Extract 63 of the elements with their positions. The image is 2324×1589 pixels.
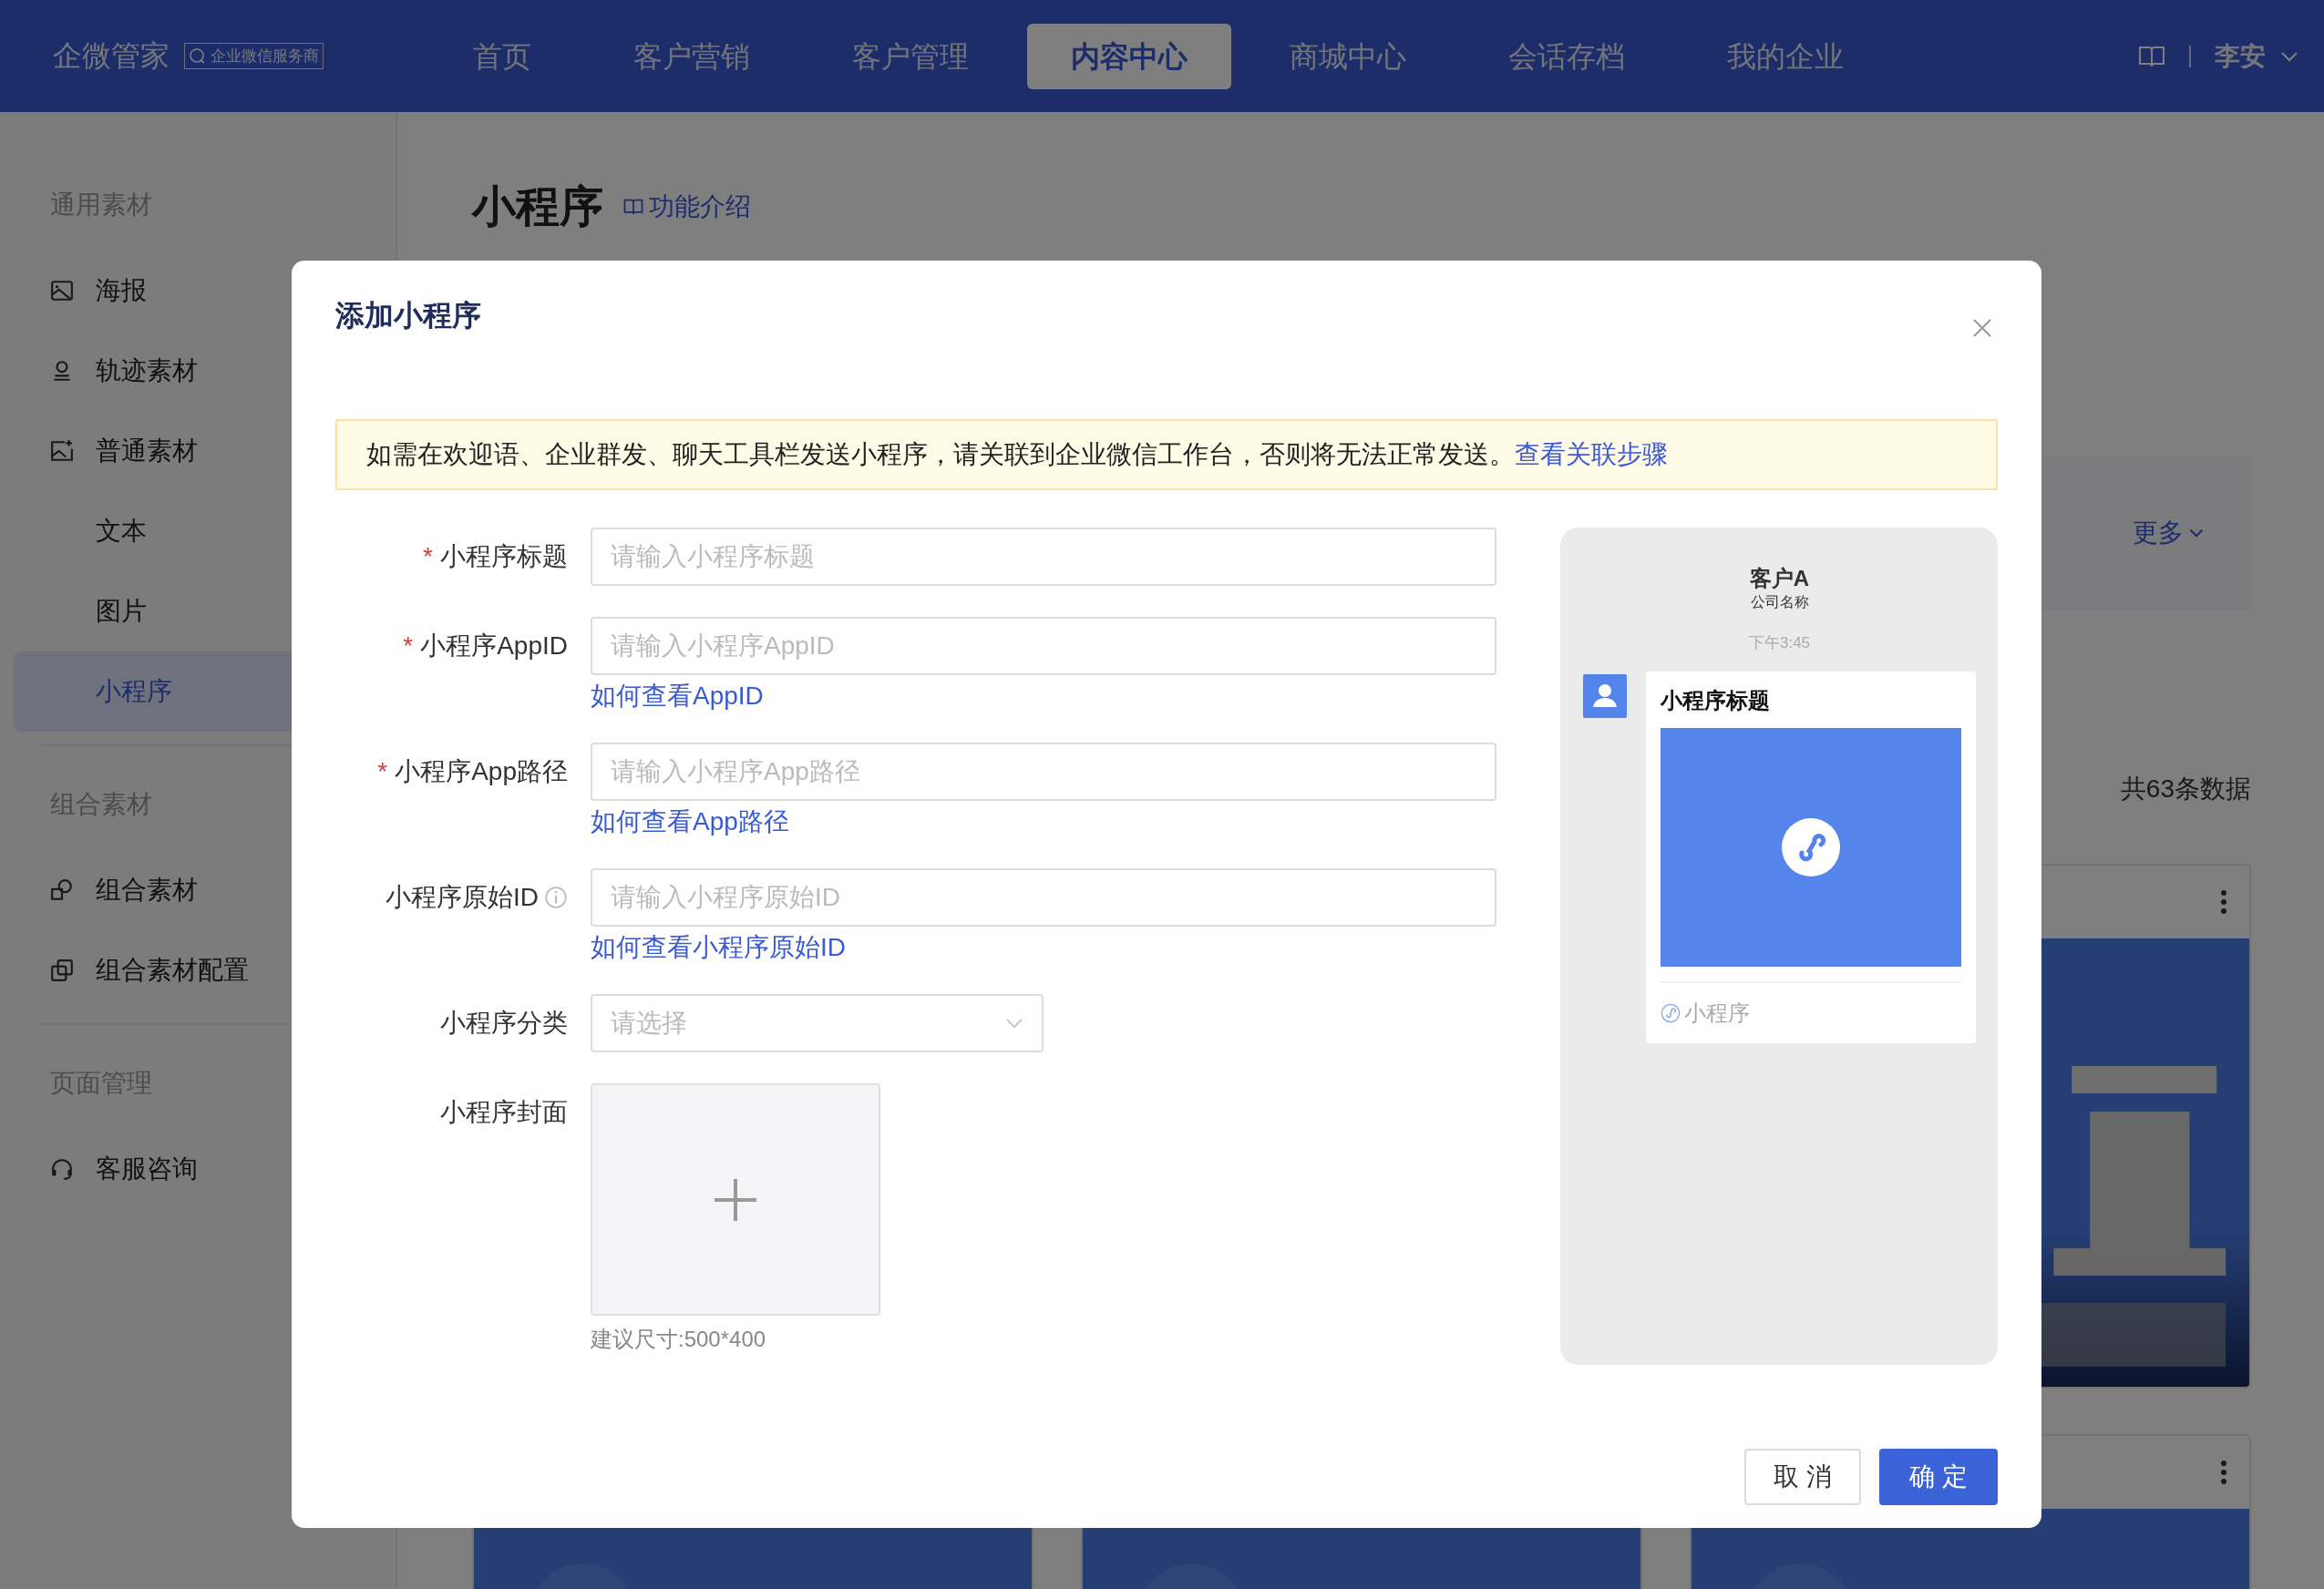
- chevron-down-icon: [2189, 528, 2204, 538]
- sidebar-item[interactable]: 客服咨询: [14, 1129, 382, 1209]
- chevron-down-icon[interactable]: [2280, 50, 2298, 62]
- book-icon: [623, 198, 643, 216]
- help-link[interactable]: 如何查看小程序原始ID: [591, 932, 1496, 963]
- size-hint: 建议尺寸:500*400: [591, 1326, 767, 1353]
- contact-name: 客户A: [1749, 565, 1810, 592]
- dialog-title: 添加小程序: [335, 298, 481, 333]
- shapes-icon: [50, 878, 74, 902]
- sidebar-item[interactable]: 组合素材配置: [14, 930, 382, 1010]
- nav-tab[interactable]: 客户营销: [590, 23, 794, 89]
- text-field[interactable]: 请输入小程序App路径: [591, 743, 1496, 801]
- mini-program-icon: [1782, 818, 1840, 877]
- info-icon[interactable]: [544, 886, 568, 909]
- notice-text: 如需在欢迎语、企业群发、聊天工具栏发送小程序，请关联到企业微信工作台，否则将无法正常发送。: [366, 439, 1515, 470]
- page-title: 小程序: [472, 181, 603, 232]
- more-options-icon[interactable]: [2220, 1460, 2227, 1485]
- field-label: 小程序标题: [440, 541, 568, 572]
- chevron-down-icon: [1005, 1018, 1023, 1029]
- sidebar-item[interactable]: 轨迹素材: [14, 331, 382, 411]
- field-label: 小程序AppID: [420, 630, 568, 661]
- headset-icon: [50, 1157, 74, 1181]
- image-plus-icon: [50, 439, 74, 463]
- image-icon: [50, 279, 74, 302]
- more-link[interactable]: 更多: [2133, 516, 2204, 550]
- nav-tab[interactable]: 客户管理: [808, 23, 1013, 89]
- text-field[interactable]: 请输入小程序AppID: [591, 617, 1496, 675]
- help-link[interactable]: 如何查看App路径: [591, 806, 1496, 837]
- required-mark: *: [403, 631, 414, 661]
- plus-icon: [713, 1176, 758, 1223]
- help-link[interactable]: 如何查看AppID: [591, 681, 1496, 712]
- nav-tab[interactable]: 我的企业: [1683, 23, 1887, 89]
- message-time: 下午3:45: [1748, 633, 1811, 653]
- company-name: 公司名称: [1750, 593, 1809, 611]
- steps-link[interactable]: 查看关联步骤: [1515, 437, 1668, 472]
- sidebar-item[interactable]: 组合素材: [14, 850, 382, 930]
- feature-intro-link[interactable]: 功能介绍: [623, 190, 751, 224]
- copy-icon: [50, 959, 74, 982]
- field-label: 小程序原始ID: [386, 882, 539, 913]
- user-name[interactable]: 李安: [2215, 38, 2266, 74]
- mini-program-icon: [1661, 1003, 1681, 1023]
- nav-tab[interactable]: 首页: [429, 23, 575, 89]
- text-field[interactable]: 请输入小程序原始ID: [591, 868, 1496, 927]
- nav-tab[interactable]: 会话存档: [1465, 23, 1669, 89]
- field-label: 小程序封面: [440, 1097, 568, 1128]
- field-label: 小程序App路径: [395, 756, 568, 787]
- avatar-icon: [1583, 674, 1627, 718]
- book-icon[interactable]: [2138, 44, 2165, 68]
- card-source: 小程序: [1684, 1000, 1750, 1027]
- nav-tab[interactable]: 商城中心: [1246, 23, 1450, 89]
- cancel-button[interactable]: 取 消: [1744, 1449, 1861, 1505]
- badge-text: 企业微信服务商: [211, 46, 319, 67]
- total-count: 共63条数据: [2120, 774, 2251, 805]
- required-mark: *: [423, 542, 433, 571]
- more-options-icon[interactable]: [2220, 889, 2227, 915]
- brand-name: 企微管家: [53, 37, 170, 74]
- close-icon[interactable]: [1971, 317, 1993, 339]
- field-label: 小程序分类: [440, 1008, 568, 1039]
- confirm-button[interactable]: 确 定: [1879, 1449, 1998, 1505]
- card-title: 小程序标题: [1661, 687, 1771, 714]
- text-field[interactable]: 请输入小程序标题: [591, 528, 1496, 586]
- nav-tab[interactable]: 内容中心: [1027, 23, 1231, 89]
- required-mark: *: [377, 757, 388, 786]
